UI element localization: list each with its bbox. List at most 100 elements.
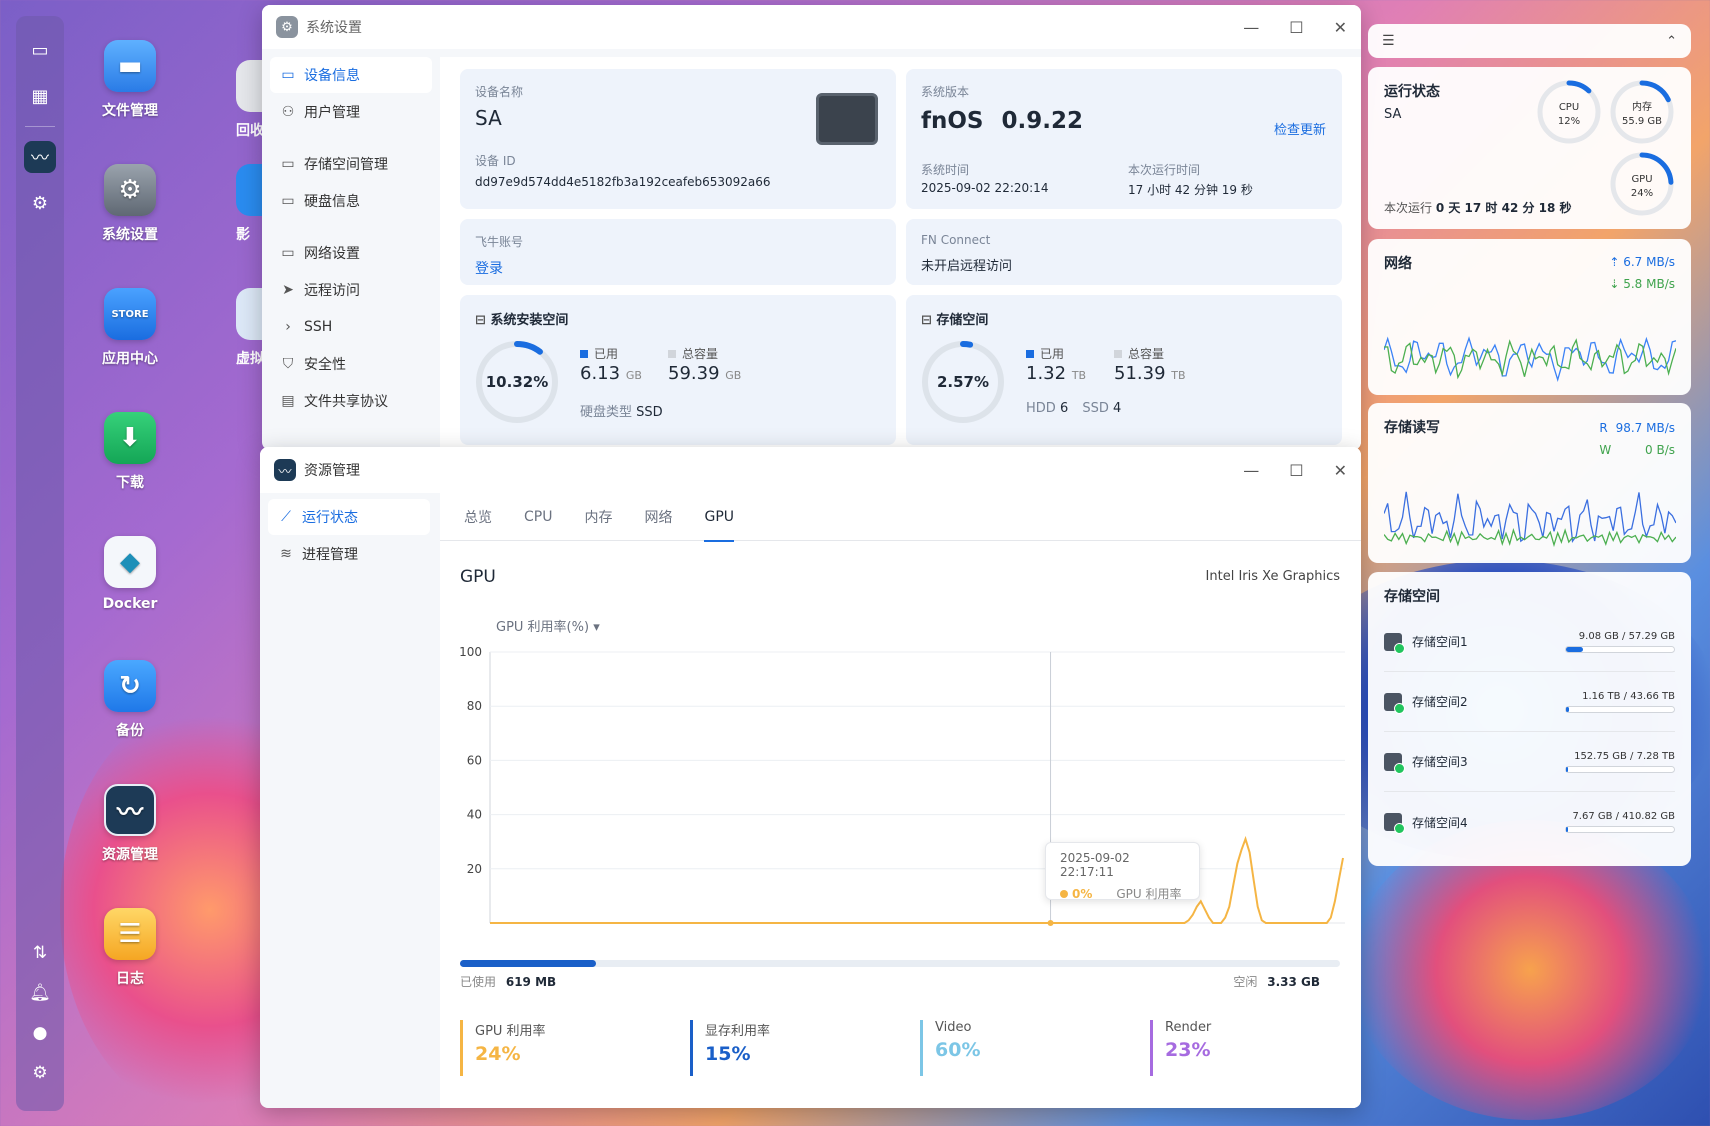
resource-monitor-dock-icon[interactable]: 〰 — [24, 141, 56, 173]
settings-window: ⚙ 系统设置 — ☐ ✕ ▭ 设备信息 ⚇ 用户管理 ▭ 存储空间管理 ▭ 硬盘信息 ▭… — [262, 5, 1361, 450]
nav-status[interactable]: ⟋ 运行状态 — [268, 499, 430, 535]
tab-gpu[interactable]: GPU — [704, 493, 734, 542]
document-icon: ▤ — [281, 393, 295, 409]
volume-usage-bar — [1565, 826, 1675, 833]
tab-network[interactable]: 网络 — [644, 493, 672, 541]
resmon-tabs: 总览 CPU 内存 网络 GPU — [440, 493, 1361, 542]
desktop-icon[interactable]: ▭ — [24, 34, 56, 66]
dock: ▭ ▦ 〰 ⚙ ⇅ 🔔︎ ● ⚙ — [16, 16, 64, 1111]
login-link[interactable]: 登录 — [475, 258, 881, 278]
tooltip-dot-icon — [1060, 890, 1068, 898]
nav-users[interactable]: ⚇ 用户管理 — [270, 94, 432, 130]
nav-network[interactable]: ▭ 网络设置 — [270, 235, 432, 271]
nav-processes[interactable]: ≋ 进程管理 — [268, 536, 430, 572]
desktop-app-label: 应用中心 — [102, 351, 158, 367]
chart-y-tick-label: 60 — [467, 753, 482, 767]
log-icon: ☰ — [104, 908, 156, 960]
nav-remote[interactable]: ➤ 远程访问 — [270, 272, 432, 308]
ssd-count: 4 — [1113, 401, 1122, 416]
nav-label: 存储空间管理 — [304, 157, 388, 173]
storage-total-unit: TB — [1171, 369, 1186, 382]
desktop-app-docker[interactable]: ◆ Docker — [80, 536, 180, 612]
window-title: 资源管理 — [304, 463, 360, 479]
desktop-app-settings[interactable]: ⚙ 系统设置 — [80, 164, 180, 244]
storage-used-value: 1.32 — [1026, 363, 1067, 384]
io-read-label: R — [1599, 421, 1608, 435]
desktop-app-files[interactable]: ▬ 文件管理 — [80, 40, 180, 120]
tab-overview[interactable]: 总览 — [464, 493, 492, 541]
desktop-app-download[interactable]: ⬇ 下载 — [80, 412, 180, 492]
disk-type-label: 硬盘类型 — [580, 405, 633, 420]
filter-icon[interactable]: ☰ — [1382, 33, 1395, 49]
nav-ssh[interactable]: › SSH — [270, 309, 432, 345]
minimize-icon[interactable]: — — [1243, 461, 1259, 480]
store-icon: STORE — [104, 288, 156, 340]
desktop-app-logs[interactable]: ☰ 日志 — [80, 908, 180, 988]
desktop-app-store[interactable]: STORE 应用中心 — [80, 288, 180, 368]
fnconnect-card: FN Connect 未开启远程访问 — [906, 219, 1342, 285]
close-icon[interactable]: ✕ — [1334, 461, 1347, 480]
metric-select[interactable]: GPU 利用率(%) ▾ — [496, 616, 600, 635]
maximize-icon[interactable]: ☐ — [1289, 18, 1303, 37]
chart-y-tick-label: 80 — [467, 699, 482, 713]
user-icon[interactable]: ● — [24, 1017, 56, 1049]
stat-value: 23% — [1165, 1039, 1211, 1061]
stat-value: 24% — [475, 1043, 521, 1065]
volume-usage-fill — [1566, 706, 1569, 712]
storage-volume-row[interactable]: 存储空间1 9.08 GB / 57.29 GB — [1384, 612, 1675, 672]
storage-total-value: 51.39 — [1114, 363, 1166, 384]
tab-cpu[interactable]: CPU — [524, 493, 552, 541]
settings-dock-icon[interactable]: ⚙ — [24, 187, 56, 219]
stat-label: 显存利用率 — [705, 1024, 771, 1039]
tab-memory[interactable]: 内存 — [584, 493, 612, 541]
app-grid-icon[interactable]: ▦ — [24, 80, 56, 112]
used-dot-icon — [580, 350, 588, 358]
storage-pct: 2.57% — [937, 373, 989, 391]
stat-label: Render — [1165, 1020, 1212, 1035]
nav-device-info[interactable]: ▭ 设备信息 — [270, 57, 432, 93]
volume-name: 存储空间4 — [1412, 815, 1468, 830]
ssd-label: SSD — [1082, 401, 1109, 416]
net-down: 5.8 MB/s — [1623, 277, 1675, 291]
bell-icon[interactable]: 🔔︎ — [24, 977, 56, 1009]
mem-free-value: 3.33 GB — [1267, 975, 1320, 989]
volume-name: 存储空间3 — [1412, 755, 1468, 769]
nav-storage[interactable]: ▭ 存储空间管理 — [270, 146, 432, 182]
nav-security[interactable]: ⛉ 安全性 — [270, 346, 432, 382]
check-update-link[interactable]: 检查更新 — [1274, 119, 1326, 138]
nav-label: 文件共享协议 — [304, 394, 388, 410]
used-label: 已用 — [594, 347, 619, 361]
desktop-app-label: 日志 — [116, 971, 144, 987]
fnconnect-value: 未开启远程访问 — [921, 259, 1013, 274]
sys-used-value: 6.13 — [580, 363, 621, 384]
os-version: 0.9.22 — [1001, 108, 1084, 134]
desktop-app-backup[interactable]: ↻ 备份 — [80, 660, 180, 740]
total-dot-icon — [668, 350, 676, 358]
storage-volume-row[interactable]: 存储空间2 1.16 TB / 43.66 TB — [1384, 672, 1675, 732]
storage-volume-row[interactable]: 存储空间3 152.75 GB / 7.28 TB — [1384, 732, 1675, 792]
volume-name: 存储空间1 — [1412, 635, 1468, 649]
maximize-icon[interactable]: ☐ — [1289, 461, 1303, 480]
layers-icon: ≋ — [280, 546, 292, 562]
gpu-gauge-label: GPU — [1631, 174, 1652, 185]
desktop-app-resmon[interactable]: 〰 资源管理 — [80, 784, 180, 864]
network-sparkline — [1384, 336, 1676, 382]
cpu-gauge: CPU 12% — [1537, 80, 1601, 144]
minimize-icon[interactable]: — — [1243, 18, 1259, 37]
sync-icon[interactable]: ⇅ — [24, 937, 56, 969]
chevron-up-icon[interactable]: ⌃ — [1666, 34, 1677, 49]
chart-y-tick-label: 100 — [459, 645, 482, 659]
volume-usage-bar — [1565, 705, 1675, 713]
close-icon[interactable]: ✕ — [1334, 18, 1347, 37]
gpu-mem-fill — [460, 960, 596, 967]
widget-network: 网络 ⇡ 6.7 MB/s ⇣ 5.8 MB/s — [1368, 239, 1691, 395]
widget-storage: 存储空间 存储空间1 9.08 GB / 57.29 GB 存储空间2 1.16… — [1368, 572, 1691, 866]
shield-icon: ⛉ — [282, 356, 294, 372]
storage-volume-row[interactable]: 存储空间4 7.67 GB / 410.82 GB — [1384, 792, 1675, 852]
stat-video: Video 60% — [920, 1020, 980, 1076]
storage-volume-icon — [1384, 752, 1405, 774]
nav-disks[interactable]: ▭ 硬盘信息 — [270, 183, 432, 219]
gear-icon[interactable]: ⚙ — [24, 1057, 56, 1089]
nav-sharing[interactable]: ▤ 文件共享协议 — [270, 383, 432, 419]
chart-tooltip: 2025-09-02 22:17:11 0% GPU 利用率 — [1045, 842, 1200, 901]
